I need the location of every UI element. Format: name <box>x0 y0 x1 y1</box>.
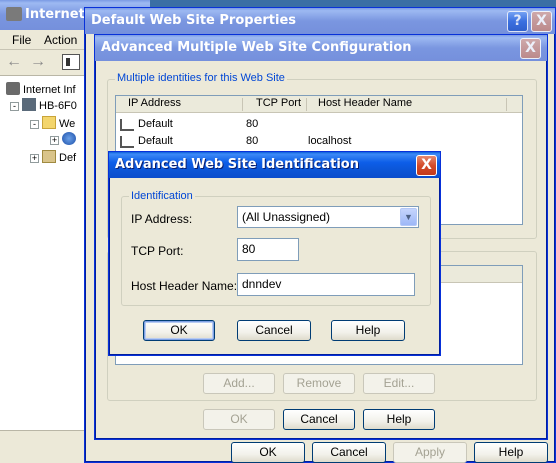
menu-file[interactable]: File <box>12 33 31 47</box>
identities-list-header: IP Address TCP Port Host Header Name <box>116 96 522 113</box>
identification-title: Advanced Web Site Identification <box>115 157 359 172</box>
properties-apply-button[interactable]: Apply <box>393 442 467 463</box>
tree-node-default-smtp[interactable]: + Def <box>30 150 76 164</box>
forward-arrow-icon[interactable]: → <box>30 53 46 71</box>
table-row[interactable]: Default 80 <box>116 117 522 133</box>
globe-icon <box>62 132 76 145</box>
ip-address-label: IP Address: <box>131 212 193 226</box>
menu-action[interactable]: Action <box>44 33 77 47</box>
show-hide-tree-icon[interactable] <box>62 54 80 70</box>
edit-button[interactable]: Edit... <box>363 373 435 394</box>
identification-cancel-button[interactable]: Cancel <box>237 320 311 341</box>
expand-icon: + <box>30 153 39 163</box>
ip-address-select[interactable]: (All Unassigned) ▼ <box>237 206 419 228</box>
properties-cancel-button[interactable]: Cancel <box>312 442 386 463</box>
advanced-config-titlebar[interactable]: Advanced Multiple Web Site Configuration <box>95 35 547 61</box>
mail-server-icon <box>42 150 56 163</box>
folder-icon <box>42 116 56 129</box>
properties-help-button[interactable]: Help <box>474 442 548 463</box>
column-ip-address[interactable]: IP Address <box>128 97 181 109</box>
close-icon[interactable]: X <box>531 11 552 32</box>
chevron-down-icon[interactable]: ▼ <box>400 208 417 226</box>
advanced-config-title: Advanced Multiple Web Site Configuration <box>101 40 412 55</box>
advanced-ok-button[interactable]: OK <box>203 409 275 430</box>
identification-group-label: Identification <box>129 190 195 202</box>
back-arrow-icon[interactable]: ← <box>6 53 22 71</box>
properties-titlebar[interactable]: Default Web Site Properties <box>85 8 555 34</box>
tree-node-server[interactable]: - HB-6F0 <box>10 98 77 112</box>
table-row[interactable]: Default 80 localhost <box>116 134 522 150</box>
properties-title: Default Web Site Properties <box>91 13 297 28</box>
remove-button[interactable]: Remove <box>283 373 355 394</box>
identities-group-label: Multiple identities for this Web Site <box>115 72 287 84</box>
properties-ok-button[interactable]: OK <box>231 442 305 463</box>
tcp-port-field[interactable]: 80 <box>237 238 299 261</box>
expand-icon: + <box>50 135 59 145</box>
host-header-field[interactable]: dnndev <box>237 273 415 296</box>
iis-root-icon <box>6 82 20 95</box>
tcp-port-label: TCP Port: <box>131 244 184 258</box>
identification-ok-button[interactable]: OK <box>143 320 215 341</box>
computer-icon <box>22 98 36 111</box>
advanced-help-button[interactable]: Help <box>363 409 435 430</box>
advanced-cancel-button[interactable]: Cancel <box>283 409 355 430</box>
tree-node-iis-root[interactable]: Internet Inf <box>6 82 76 96</box>
network-icon <box>120 119 134 131</box>
tree-node-websites[interactable]: - We <box>30 116 75 130</box>
tree-node-default-site[interactable]: + <box>50 132 79 146</box>
host-header-label: Host Header Name: <box>131 279 238 293</box>
network-icon <box>120 136 134 148</box>
collapse-icon: - <box>30 120 39 129</box>
help-icon[interactable]: ? <box>507 11 528 32</box>
close-icon[interactable]: X <box>416 155 437 176</box>
column-host-header[interactable]: Host Header Name <box>318 97 412 109</box>
identification-dialog: Advanced Web Site Identification X Ident… <box>108 151 441 356</box>
identification-help-button[interactable]: Help <box>331 320 405 341</box>
column-tcp-port[interactable]: TCP Port <box>256 97 301 109</box>
collapse-icon: - <box>10 102 19 111</box>
add-button[interactable]: Add... <box>203 373 275 394</box>
iis-app-icon <box>6 7 22 21</box>
identification-titlebar[interactable]: Advanced Web Site Identification <box>109 152 440 178</box>
close-icon[interactable]: X <box>520 38 541 59</box>
